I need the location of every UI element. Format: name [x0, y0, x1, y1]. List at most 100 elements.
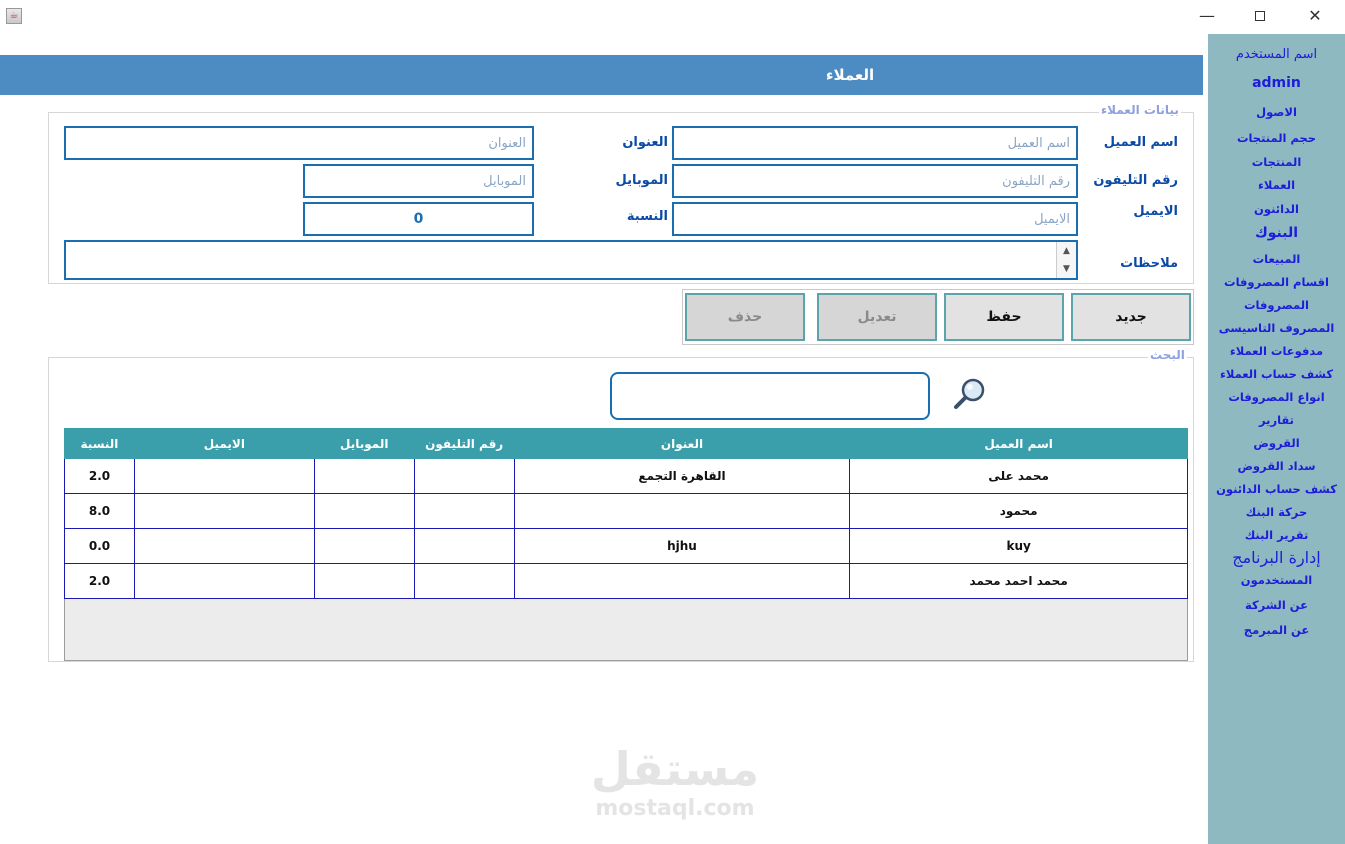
sidebar-item-expenses[interactable]: المصروفات — [1208, 298, 1345, 312]
address-placeholder: العنوان — [488, 135, 526, 151]
sidebar-item-loans[interactable]: القروض — [1208, 436, 1345, 450]
search-input[interactable] — [610, 372, 930, 420]
table-row[interactable]: 2.0 محمد احمد محمد — [64, 563, 1188, 599]
ratio-value: 0 — [413, 211, 424, 227]
sidebar-item-expense-categories[interactable]: اقسام المصروفات — [1208, 275, 1345, 289]
cell-mobile — [313, 458, 415, 494]
sidebar-item-founding-expense[interactable]: المصروف التاسيسى — [1208, 321, 1345, 335]
maximize-button[interactable] — [1237, 4, 1283, 28]
column-header-phone[interactable]: رقم التليفون — [413, 428, 515, 459]
sidebar-item-product-sizes[interactable]: حجم المنتجات — [1208, 131, 1345, 145]
cell-ratio: 0.0 — [64, 528, 135, 564]
sidebar-item-reports[interactable]: تقارير — [1208, 413, 1345, 427]
page-title: العملاء — [825, 66, 875, 84]
notes-label: ملاحظات — [1120, 256, 1178, 271]
phone-field[interactable]: رقم التليفون — [672, 164, 1078, 198]
edit-button[interactable]: تعديل — [817, 293, 937, 341]
address-label: العنوان — [622, 135, 668, 150]
search-legend: البحث — [1148, 348, 1187, 362]
cell-phone — [413, 493, 515, 529]
minimize-button[interactable]: — — [1184, 4, 1230, 28]
cell-name: محمد على — [849, 458, 1188, 494]
cell-email — [133, 563, 315, 599]
column-header-name[interactable]: اسم العميل — [849, 428, 1188, 459]
cell-phone — [413, 458, 515, 494]
page-header: العملاء — [0, 55, 1203, 95]
sidebar-item-about-programmer[interactable]: عن المبرمج — [1208, 623, 1345, 637]
user-caption: اسم المستخدم — [1235, 47, 1318, 62]
sidebar-item-loan-payment[interactable]: سداد القروض — [1208, 459, 1345, 473]
close-button[interactable]: ✕ — [1292, 4, 1338, 28]
cell-mobile — [313, 528, 415, 564]
scroll-up-icon[interactable]: ▲ — [1057, 242, 1076, 260]
sidebar-item-expense-types[interactable]: انواع المصروفات — [1208, 390, 1345, 404]
email-field[interactable]: الايميل — [672, 202, 1078, 236]
sidebar-item-about-company[interactable]: عن الشركة — [1208, 598, 1345, 612]
customers-table: النسبة الايميل الموبايل رقم التليفون الع… — [64, 428, 1188, 599]
search-icon[interactable] — [952, 376, 988, 412]
notes-scrollbar[interactable]: ▲ ▼ — [1056, 242, 1076, 278]
maximize-icon — [1255, 11, 1265, 21]
cell-email — [133, 528, 315, 564]
sidebar-item-creditor-statement[interactable]: كشف حساب الدائنون — [1208, 482, 1345, 496]
cell-ratio: 2.0 — [64, 563, 135, 599]
customer-name-field[interactable]: اسم العميل — [672, 126, 1078, 160]
cell-ratio: 2.0 — [64, 458, 135, 494]
sidebar-item-creditors[interactable]: الدائنون — [1208, 202, 1345, 216]
new-button[interactable]: جديد — [1071, 293, 1191, 341]
ratio-label: النسبة — [626, 209, 668, 224]
phone-placeholder: رقم التليفون — [1002, 173, 1070, 189]
table-row[interactable]: 8.0 محمود — [64, 493, 1188, 529]
cell-name: محمد احمد محمد — [849, 563, 1188, 599]
sidebar: اسم المستخدم admin الاصول حجم المنتجات ا… — [1208, 34, 1345, 844]
watermark-logo: مستقل — [590, 742, 760, 796]
cell-email — [133, 458, 315, 494]
mobile-label: الموبايل — [615, 173, 668, 188]
table-row[interactable]: 0.0 hjhu kuy — [64, 528, 1188, 564]
cell-phone — [413, 528, 515, 564]
sidebar-item-assets[interactable]: الاصول — [1208, 105, 1345, 119]
cell-mobile — [313, 493, 415, 529]
delete-button[interactable]: حذف — [685, 293, 805, 341]
column-header-address[interactable]: العنوان — [513, 428, 851, 459]
sidebar-item-bank-report[interactable]: تقرير البنك — [1208, 528, 1345, 542]
cell-ratio: 8.0 — [64, 493, 135, 529]
customer-name-placeholder: اسم العميل — [1007, 135, 1070, 151]
table-row[interactable]: 2.0 القاهرة التجمع محمد على — [64, 458, 1188, 494]
email-label: الايميل — [1133, 204, 1178, 219]
ratio-field[interactable]: 0 — [303, 202, 534, 236]
sidebar-item-customers[interactable]: العملاء — [1208, 178, 1345, 192]
column-header-ratio[interactable]: النسبة — [64, 428, 135, 459]
cell-mobile — [313, 563, 415, 599]
sidebar-item-users[interactable]: المستخدمون — [1208, 573, 1345, 587]
cell-name: kuy — [849, 528, 1188, 564]
sidebar-item-customer-statement[interactable]: كشف حساب العملاء — [1208, 367, 1345, 381]
column-header-mobile[interactable]: الموبايل — [313, 428, 415, 459]
phone-label: رقم التليفون — [1093, 173, 1178, 188]
cell-address: hjhu — [513, 528, 851, 564]
title-bar: ☕ — ✕ — [0, 0, 1345, 32]
save-button[interactable]: حفظ — [944, 293, 1064, 341]
java-app-icon: ☕ — [6, 8, 22, 24]
email-placeholder: الايميل — [1034, 211, 1070, 227]
customer-name-label: اسم العميل — [1103, 135, 1178, 150]
notes-textarea[interactable]: ▲ ▼ — [64, 240, 1078, 280]
action-button-panel: جديد حفظ تعديل حذف — [682, 289, 1194, 345]
sidebar-item-banks[interactable]: البنوك — [1208, 225, 1345, 241]
address-field[interactable]: العنوان — [64, 126, 534, 160]
sidebar-item-bank-movement[interactable]: حركة البنك — [1208, 505, 1345, 519]
sidebar-item-sales[interactable]: المبيعات — [1208, 252, 1345, 266]
sidebar-item-program-admin[interactable]: إدارة البرنامج — [1208, 548, 1345, 567]
column-header-email[interactable]: الايميل — [133, 428, 315, 459]
cell-email — [133, 493, 315, 529]
table-empty-area — [64, 599, 1188, 661]
scroll-down-icon[interactable]: ▼ — [1057, 260, 1076, 278]
sidebar-item-customer-payments[interactable]: مدفوعات العملاء — [1208, 344, 1345, 358]
cell-name: محمود — [849, 493, 1188, 529]
mobile-field[interactable]: الموبايل — [303, 164, 534, 198]
mobile-placeholder: الموبايل — [483, 173, 526, 189]
watermark-url: mostaql.com — [595, 796, 755, 821]
cell-address — [513, 493, 851, 529]
sidebar-item-products[interactable]: المنتجات — [1208, 155, 1345, 169]
table-header-row: النسبة الايميل الموبايل رقم التليفون الع… — [64, 428, 1188, 459]
